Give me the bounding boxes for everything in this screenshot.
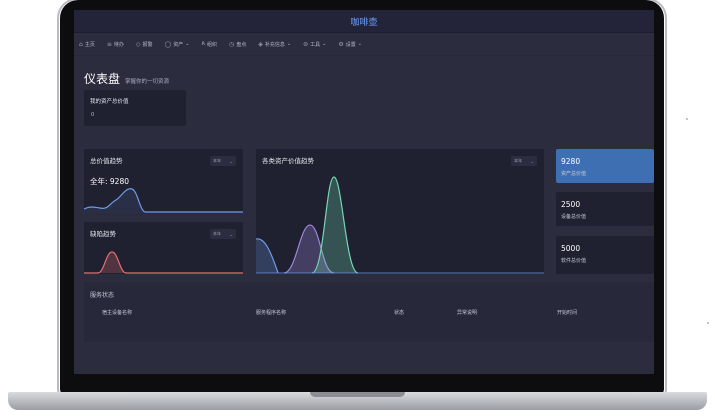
column-header-status[interactable]: 状态	[394, 309, 404, 316]
nav-item-label: 待办	[113, 41, 124, 48]
column-header-error[interactable]: 异常说明	[457, 309, 477, 316]
nav-item-5[interactable]: ◷ 盘点	[229, 41, 246, 48]
nav-item-label: 组织	[206, 41, 217, 48]
column-header-service[interactable]: 服务程序名称	[256, 309, 286, 316]
nav-item-label: 补充信息	[264, 41, 285, 48]
nav-item-label: 设置	[345, 41, 356, 48]
nav-item-4[interactable]: ጸ 组织	[201, 40, 217, 48]
summary-software-label: 软件总价值	[561, 258, 587, 264]
nav-item-6[interactable]: ◈ 补充信息 ⌄	[258, 41, 291, 48]
laptop-notch	[310, 392, 405, 397]
category-trend-card: 各类资产价值趋势 本年 ⌄	[256, 149, 544, 274]
clock-icon: ◷	[229, 40, 235, 48]
app-title: 咖啡壶	[350, 17, 378, 28]
summary-card-assets[interactable]: 9280 资产总价值	[556, 149, 654, 183]
list-icon: ≡	[106, 40, 112, 48]
decor-dot	[686, 118, 688, 120]
summary-assets-value: 9280	[561, 157, 581, 166]
service-status-title: 服务状态	[90, 292, 115, 299]
defect-trend-card: 缺陷趋势 本年 ⌄	[84, 222, 243, 274]
asset-total-card: 我的资产总价值 0	[84, 90, 186, 126]
nav-item-8[interactable]: ⚙ 设置 ⌄	[338, 41, 362, 48]
nav-item-label: 工具	[310, 41, 321, 48]
title-bar: 咖啡壶	[74, 10, 654, 33]
category-trend-chart	[256, 176, 544, 274]
defect-trend-chart	[84, 251, 243, 274]
nav-item-0[interactable]: ⌂ 主页	[79, 41, 95, 48]
nav-item-label: 资产	[173, 41, 184, 48]
box-icon: ◯	[164, 40, 172, 48]
layers-icon: ⊜	[303, 40, 309, 48]
page-title: 仪表盘	[84, 72, 121, 86]
tag-icon: ◈	[258, 40, 263, 48]
page-header: 仪表盘 掌握你的一切资源	[84, 70, 169, 87]
nav-item-7[interactable]: ⊜ 工具 ⌄	[303, 41, 326, 48]
summary-card-devices[interactable]: 2500 设备总价值	[556, 192, 654, 226]
category-series-1-area	[256, 238, 278, 273]
nav-item-3[interactable]: ◯ 资产 ⌄	[165, 41, 190, 48]
total-trend-area	[84, 188, 243, 213]
summary-devices-value: 2500	[561, 200, 581, 209]
nav-item-2[interactable]: ◇ 报警	[136, 41, 153, 48]
summary-devices-label: 设备总价值	[561, 214, 587, 220]
nav-item-label: 报警	[142, 41, 153, 48]
main-nav: ⌂ 主页 ≡ 待办 ◇ 报警 ◯ 资产 ⌄ ጸ 组织 ◷ 盘点 ◈ 补充信息 ⌄ ⊜ 工具 ⌄ ⚙ 设置 ⌄	[74, 33, 654, 56]
column-header-start-time[interactable]: 开始时间	[557, 309, 577, 316]
chevron-down-icon: ⌄	[286, 41, 292, 47]
summary-software-value: 5000	[561, 244, 581, 253]
gear-icon: ⚙	[338, 40, 344, 48]
total-trend-card: 总价值趋势 本年 ⌄ 全年: 9280	[84, 149, 243, 213]
nav-item-1[interactable]: ≡ 待办	[107, 41, 124, 48]
chevron-down-icon: ⌄	[185, 41, 190, 47]
chevron-down-icon: ⌄	[322, 41, 327, 47]
nav-item-label: 主页	[84, 41, 95, 48]
decor-dot	[707, 322, 709, 324]
home-icon: ⌂	[79, 40, 83, 48]
service-status-panel: 服务状态 宿主设备名称 服务程序名称 状态 异常说明 开始时间	[84, 282, 654, 342]
app-screen: 咖啡壶 ⌂ 主页 ≡ 待办 ◇ 报警 ◯ 资产 ⌄ ጸ 组织 ◷ 盘点 ◈ 补充信息 ⌄ ⊜ 工具 ⌄ ⚙ 设置 ⌄ 仪表…	[74, 10, 654, 374]
shield-icon: ◇	[135, 40, 141, 48]
summary-assets-label: 资产总价值	[561, 171, 587, 177]
chevron-down-icon: ⌄	[357, 41, 362, 47]
summary-card-software[interactable]: 5000 软件总价值	[556, 236, 654, 274]
total-trend-chart	[84, 188, 243, 213]
users-icon: ጸ	[201, 40, 205, 47]
asset-total-value: 0	[91, 112, 95, 118]
nav-item-label: 盘点	[236, 41, 247, 48]
asset-total-title: 我的资产总价值	[90, 99, 129, 105]
page-subtitle: 掌握你的一切资源	[125, 79, 170, 85]
column-header-host[interactable]: 宿主设备名称	[102, 309, 132, 316]
